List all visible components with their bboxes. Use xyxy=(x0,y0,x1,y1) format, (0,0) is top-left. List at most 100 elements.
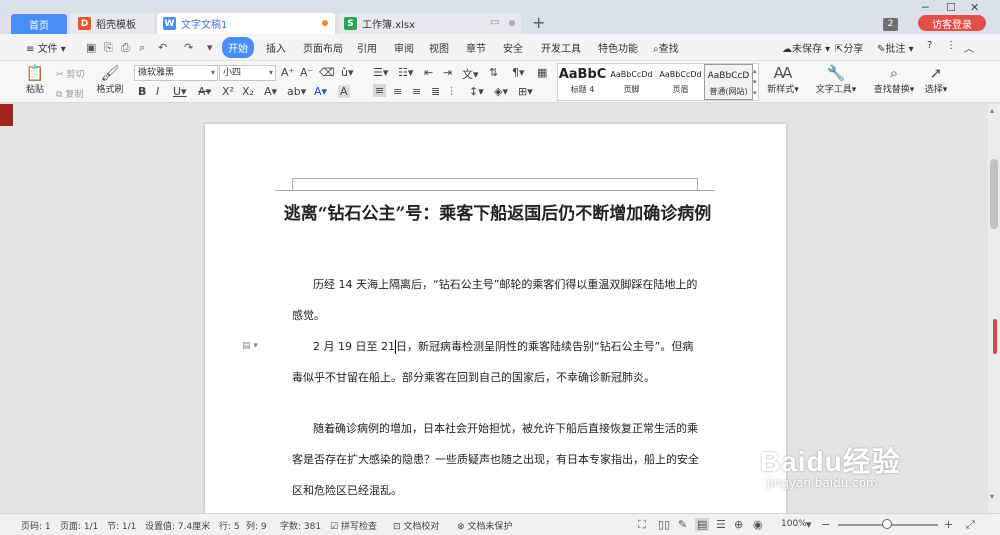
minimize-icon[interactable]: ─ xyxy=(922,1,929,14)
status-setting-value[interactable]: 设置值: 7.4厘米 xyxy=(145,519,210,532)
doc-protect-button[interactable]: ⊗ 文档未保护 xyxy=(457,519,512,532)
bold-icon[interactable]: B xyxy=(138,85,146,98)
superscript-icon[interactable]: X² xyxy=(222,85,234,98)
borders-icon[interactable]: ⊞▾ xyxy=(518,85,533,98)
highlight-icon[interactable]: ab▾ xyxy=(287,85,306,98)
status-pages[interactable]: 页面: 1/1 xyxy=(60,519,98,532)
undo-icon[interactable]: ↶ xyxy=(158,41,167,54)
menu-features[interactable]: 特色功能 xyxy=(598,40,638,55)
find-replace-button[interactable]: ⌕ 查找替换▾ xyxy=(871,64,917,95)
status-word-count[interactable]: 字数: 381 xyxy=(280,519,321,532)
paragraph-3[interactable]: 随着确诊病例的增加，日本社会开始担忧，被允许下船后直接恢复正常生活的乘客是否存在… xyxy=(292,413,702,506)
menu-security[interactable]: 安全 xyxy=(503,40,523,55)
clear-format-icon[interactable]: ⌫ xyxy=(319,66,335,79)
fullscreen-icon[interactable]: ⛶ xyxy=(638,518,646,532)
status-section[interactable]: 节: 1/1 xyxy=(107,519,136,532)
justify-icon[interactable]: ≣ xyxy=(431,85,440,98)
decrease-indent-icon[interactable]: ⇤ xyxy=(424,66,433,79)
format-painter-button[interactable]: 🖌 格式刷 xyxy=(95,64,125,95)
text-tools-button[interactable]: 🔧 文字工具▾ xyxy=(813,64,859,95)
scroll-up-icon[interactable]: ▴ xyxy=(990,106,994,115)
spell-check-button[interactable]: ☑ 拼写检查 xyxy=(330,519,377,532)
new-tab-button[interactable]: + xyxy=(532,13,545,32)
zoom-in-icon[interactable]: + xyxy=(944,518,953,531)
subscript-icon[interactable]: X₂ xyxy=(242,85,254,98)
menu-review[interactable]: 审阅 xyxy=(394,40,414,55)
vertical-scrollbar[interactable]: ▴ ▾ xyxy=(988,104,1000,513)
paste-button[interactable]: 📋 粘贴 xyxy=(22,64,48,95)
paragraph-menu-icon[interactable]: ▤ ▾ xyxy=(242,341,258,351)
italic-icon[interactable]: I xyxy=(156,85,159,98)
maximize-icon[interactable]: ☐ xyxy=(946,1,956,14)
fit-window-icon[interactable]: ⤢ xyxy=(966,518,975,532)
close-icon[interactable]: ✕ xyxy=(970,1,979,14)
style-scroll-down-icon[interactable]: ▾ xyxy=(753,78,757,86)
show-marks-icon[interactable]: ¶▾ xyxy=(512,66,525,79)
window-count-badge[interactable]: 2 xyxy=(883,18,898,31)
bullet-list-icon[interactable]: ☰▾ xyxy=(373,66,388,79)
options-icon[interactable]: ⋮ xyxy=(946,40,956,51)
menu-view[interactable]: 视图 xyxy=(429,40,449,55)
menu-layout[interactable]: 页面布局 xyxy=(303,40,343,55)
unsaved-status[interactable]: ☁未保存 ▾ xyxy=(782,40,830,55)
style-header[interactable]: AaBbCcDd 页眉 xyxy=(656,64,705,100)
align-right-icon[interactable]: ≡ xyxy=(412,85,421,98)
underline-icon[interactable]: U▾ xyxy=(173,85,187,98)
menu-developer[interactable]: 开发工具 xyxy=(541,40,581,55)
tab-document[interactable]: W 文字文稿1 xyxy=(157,13,335,34)
cut-button[interactable]: ✂ 剪切 xyxy=(56,67,84,80)
increase-indent-icon[interactable]: ⇥ xyxy=(443,66,452,79)
line-spacing-icon[interactable]: ↕▾ xyxy=(469,85,484,98)
scroll-down-icon[interactable]: ▾ xyxy=(990,492,994,501)
menu-insert[interactable]: 插入 xyxy=(266,40,286,55)
grow-font-icon[interactable]: A⁺ xyxy=(281,66,294,79)
char-shading-icon[interactable]: A xyxy=(338,85,350,98)
share-button[interactable]: ⇱分享 xyxy=(835,40,863,55)
reading-mode-icon[interactable]: ▯▯ xyxy=(658,518,670,531)
web-view-icon[interactable]: ⊕ xyxy=(734,518,743,531)
select-button[interactable]: ➚ 选择▾ xyxy=(921,64,951,95)
menu-chapter[interactable]: 章节 xyxy=(466,40,486,55)
zoom-slider-knob[interactable] xyxy=(882,519,892,529)
zoom-out-icon[interactable]: − xyxy=(821,518,830,531)
tab-workbook[interactable]: S 工作簿.xlsx ▭ xyxy=(338,13,521,34)
menu-search[interactable]: ⌕查找 xyxy=(653,40,679,55)
style-footer[interactable]: AaBbCcDd 页脚 xyxy=(607,64,656,100)
monitor-icon[interactable]: ▭ xyxy=(490,17,499,28)
new-style-button[interactable]: Ꜳ 新样式▾ xyxy=(765,64,801,95)
font-effect-icon[interactable]: A▾ xyxy=(264,85,277,98)
strikethrough-icon[interactable]: A▾ xyxy=(198,85,211,98)
chinese-layout-icon[interactable]: 文▾ xyxy=(462,66,479,82)
zoom-dropdown-icon[interactable]: ▾ xyxy=(806,518,812,531)
numbered-list-icon[interactable]: ☷▾ xyxy=(398,66,413,79)
save-icon[interactable]: ▣ xyxy=(86,41,96,54)
font-name-select[interactable]: 微软雅黑 ▾ xyxy=(134,65,218,81)
more-icon[interactable]: ▾ xyxy=(207,41,213,54)
align-left-icon[interactable]: ≡ xyxy=(373,84,387,97)
font-color-icon[interactable]: A▾ xyxy=(314,85,327,98)
document-title[interactable]: 逃离“钻石公主”号：乘客下船返国后仍不断增加确诊病例 xyxy=(275,199,720,229)
status-page-number[interactable]: 页码: 1 xyxy=(21,519,51,532)
eye-protection-icon[interactable]: ◉ xyxy=(753,518,763,531)
menu-home[interactable]: 开始 xyxy=(222,37,254,58)
shading-icon[interactable]: ◈▾ xyxy=(494,85,508,98)
style-expand-icon[interactable]: ▾ xyxy=(753,89,757,97)
redo-icon[interactable]: ↷ xyxy=(184,41,193,54)
align-center-icon[interactable]: ≡ xyxy=(393,85,402,98)
menu-file[interactable]: ≡ 文件 ▾ xyxy=(26,40,66,55)
tab-templates[interactable]: D 稻壳模板 xyxy=(70,13,154,34)
status-row[interactable]: 行: 5 xyxy=(219,519,240,532)
shrink-font-icon[interactable]: A⁻ xyxy=(300,66,313,79)
comment-button[interactable]: ✎批注 ▾ xyxy=(877,40,914,55)
scrollbar-thumb[interactable] xyxy=(990,159,998,229)
copy-button[interactable]: ⧉ 复制 xyxy=(56,87,83,100)
guest-login-button[interactable]: 访客登录 xyxy=(918,15,986,31)
print-icon[interactable]: ⎙ xyxy=(121,41,130,55)
menu-references[interactable]: 引用 xyxy=(357,40,377,55)
status-column[interactable]: 列: 9 xyxy=(246,519,267,532)
distributed-icon[interactable]: ⫶ xyxy=(450,85,453,99)
style-heading4[interactable]: AaBbC 标题 4 xyxy=(558,64,607,100)
sort-icon[interactable]: ⇅ xyxy=(489,66,498,79)
zoom-level[interactable]: 100% xyxy=(781,519,807,529)
tab-home[interactable]: 首页 xyxy=(11,14,67,34)
